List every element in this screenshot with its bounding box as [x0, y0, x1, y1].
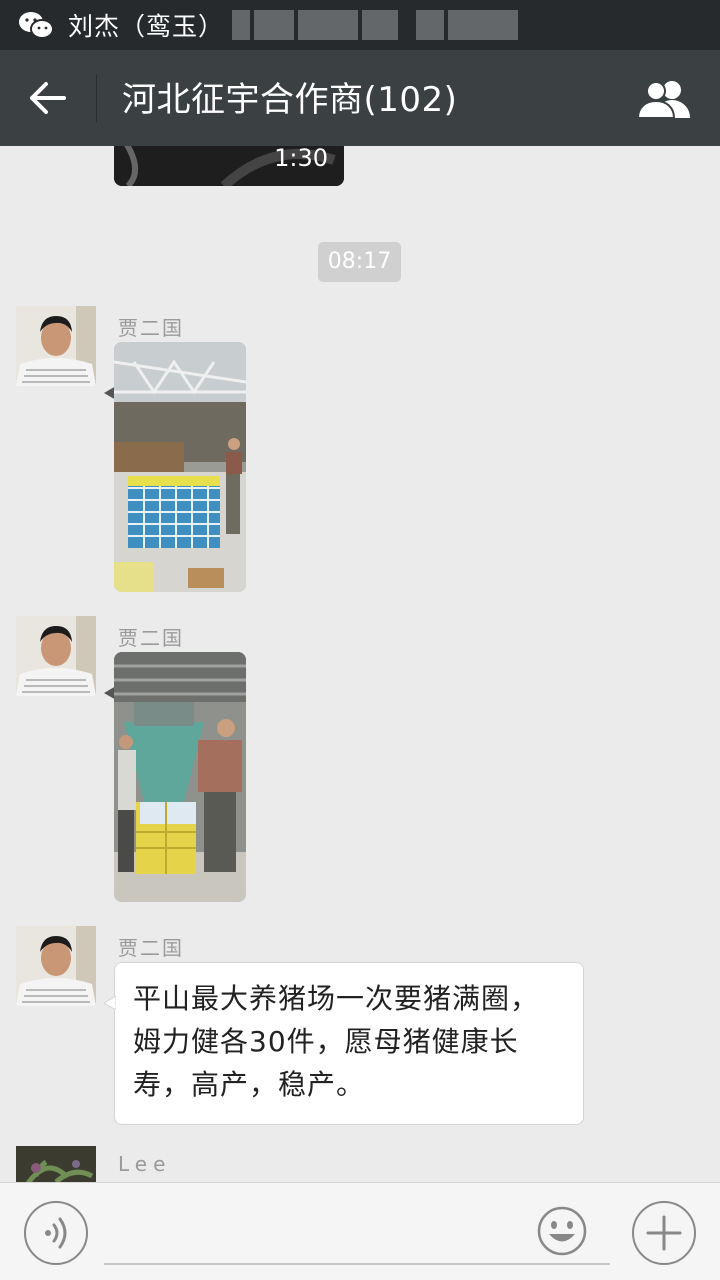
header-divider	[96, 74, 97, 122]
redacted-text	[232, 10, 522, 40]
group-title: 河北征宇合作商(102)	[122, 80, 458, 120]
voice-icon[interactable]	[24, 1201, 88, 1265]
image-message[interactable]	[114, 342, 246, 592]
avatar[interactable]	[16, 926, 96, 1006]
message-timestamp: 08:17	[318, 242, 401, 282]
text-message[interactable]: 平山最大养猪场一次要猪满圈，姆力健各30件，愿母猪健康长寿，高产，稳产。	[114, 962, 584, 1125]
wechat-icon	[18, 10, 54, 40]
sender-name: 贾二国	[118, 316, 184, 340]
group-icon[interactable]	[636, 78, 692, 119]
status-bar: 刘杰（鸾玉）	[0, 0, 720, 50]
arrow-left-icon[interactable]	[28, 78, 70, 118]
input-bar	[0, 1182, 720, 1280]
sender-name: Lee	[118, 1152, 172, 1176]
sender-name: 贾二国	[118, 626, 184, 650]
chat-header: 河北征宇合作商(102)	[0, 50, 720, 146]
avatar[interactable]	[16, 616, 96, 696]
status-title: 刘杰（鸾玉）	[68, 12, 225, 41]
video-message[interactable]: 1:30	[114, 146, 344, 186]
video-duration: 1:30	[274, 146, 328, 172]
image-message[interactable]	[114, 652, 246, 902]
avatar[interactable]	[16, 306, 96, 386]
message-input[interactable]	[104, 1263, 610, 1265]
avatar[interactable]	[16, 1146, 96, 1182]
sender-name: 贾二国	[118, 936, 184, 960]
chat-messages[interactable]: 1:30 08:17 贾二国 贾二国 贾二国 平山最大养猪场一次要猪满圈，姆力健…	[0, 146, 720, 1182]
emoji-icon[interactable]	[536, 1205, 588, 1257]
plus-icon[interactable]	[632, 1201, 696, 1265]
bubble-tail	[104, 996, 116, 1010]
